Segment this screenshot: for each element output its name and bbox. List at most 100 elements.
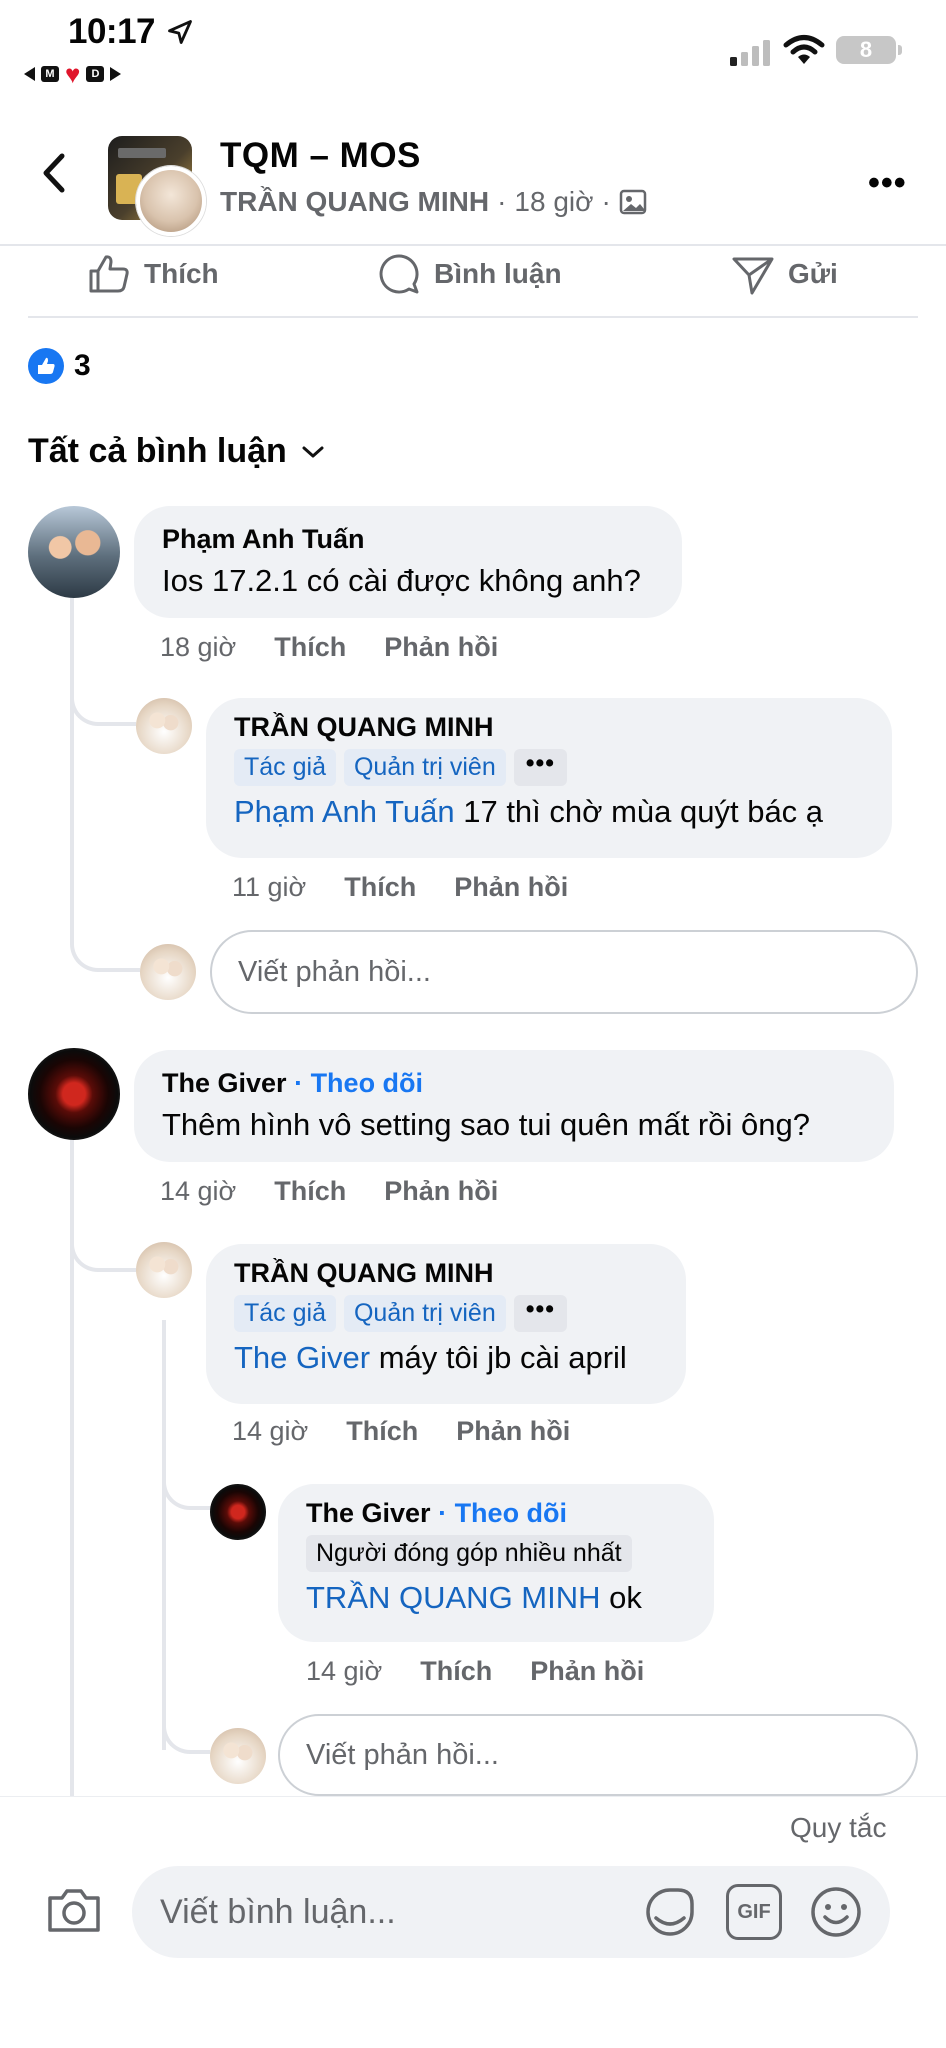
reply-input[interactable]: Viết phản hồi... xyxy=(278,1714,918,1796)
mention-link[interactable]: The Giver xyxy=(234,1340,370,1375)
reaction-count: 3 xyxy=(74,349,91,382)
role-badges: Tác giả Quản trị viên ••• xyxy=(234,749,864,786)
reply-reply-button[interactable]: Phản hồi xyxy=(530,1656,644,1687)
badge-admin: Quản trị viên xyxy=(343,749,506,786)
reaction-summary[interactable]: 3 xyxy=(28,348,91,384)
comment-label: Bình luận xyxy=(434,258,562,289)
cellular-signal-icon xyxy=(730,40,770,66)
send-icon xyxy=(732,257,774,295)
back-icon[interactable] xyxy=(34,148,74,198)
reply-time: 14 giờ xyxy=(306,1656,383,1686)
thread-connector xyxy=(70,1206,136,1272)
reply-bubble: The Giver · Theo dõi Người đóng góp nhiề… xyxy=(278,1484,714,1642)
mention-link[interactable]: TRẦN QUANG MINH xyxy=(306,1580,601,1615)
comment-author-line: The Giver · Theo dõi xyxy=(162,1068,866,1099)
comment-text: Thêm hình vô setting sao tui quên mất rồ… xyxy=(162,1107,810,1142)
reply-text: The Giver máy tôi jb cài april xyxy=(234,1340,658,1376)
action-divider xyxy=(28,316,918,318)
reply-text: Phạm Anh Tuấn 17 thì chờ mùa quýt bác ạ xyxy=(234,794,864,830)
comments-filter[interactable]: Tất cả bình luận xyxy=(28,432,325,471)
thread-line xyxy=(70,596,74,922)
badge-author: Tác giả xyxy=(234,749,336,786)
comment-actions: 18 giờ Thích Phản hồi xyxy=(160,632,498,663)
comment-actions: 14 giờ Thích Phản hồi xyxy=(160,1176,498,1207)
comment-like-button[interactable]: Thích xyxy=(274,632,346,663)
app-letter-d: D xyxy=(86,66,105,82)
page-name[interactable]: TQM – MOS xyxy=(220,136,421,176)
mention-link[interactable]: Phạm Anh Tuấn xyxy=(234,794,455,829)
follow-label: Theo dõi xyxy=(310,1068,424,1098)
status-time: 10:17 xyxy=(68,12,156,51)
follow-button[interactable]: · Theo dõi xyxy=(294,1068,423,1098)
badge-more-button[interactable]: ••• xyxy=(513,749,567,786)
comment-like-button[interactable]: Thích xyxy=(274,1176,346,1207)
wifi-icon xyxy=(783,35,825,64)
thread-connector xyxy=(162,1686,210,1754)
back-to-app[interactable]: M ♥ D xyxy=(24,61,122,87)
photo-icon xyxy=(619,189,647,215)
rules-link[interactable]: Quy tắc xyxy=(790,1812,886,1844)
thread-connector xyxy=(70,660,136,726)
reply-author[interactable]: TRẦN QUANG MINH xyxy=(234,1258,658,1289)
reply-body: máy tôi jb cài april xyxy=(370,1340,627,1375)
comment-author[interactable]: The Giver xyxy=(162,1068,287,1098)
thread-connector xyxy=(162,1446,212,1510)
role-badges: Tác giả Quản trị viên ••• xyxy=(234,1295,658,1332)
comment-bubble: The Giver · Theo dõi Thêm hình vô settin… xyxy=(134,1050,894,1162)
follow-label: Theo dõi xyxy=(454,1498,568,1528)
send-label: Gửi xyxy=(788,258,838,289)
reply-like-button[interactable]: Thích xyxy=(346,1416,418,1447)
contributor-badge-row: Người đóng góp nhiều nhất xyxy=(306,1535,686,1572)
reply-like-button[interactable]: Thích xyxy=(420,1656,492,1687)
header-divider xyxy=(0,244,946,246)
comment-bubble: Phạm Anh Tuấn Ios 17.2.1 có cài được khô… xyxy=(134,506,682,618)
comment-button[interactable]: Bình luận xyxy=(376,248,562,300)
reply-text: TRẦN QUANG MINH ok xyxy=(306,1580,686,1616)
comment-reply-button[interactable]: Phản hồi xyxy=(384,1176,498,1207)
reply-body: ok xyxy=(600,1580,642,1615)
location-arrow-icon xyxy=(168,20,192,44)
reply-like-button[interactable]: Thích xyxy=(344,872,416,903)
forward-triangle-icon xyxy=(110,67,122,81)
author-avatar[interactable] xyxy=(136,166,206,236)
reply-body: 17 thì chờ mùa quýt bác ạ xyxy=(454,794,824,829)
camera-icon[interactable] xyxy=(44,1880,104,1940)
reply-author[interactable]: The Giver xyxy=(306,1498,431,1528)
comment-bubble-icon xyxy=(379,254,419,294)
emoji-icon[interactable] xyxy=(808,1884,864,1940)
badge-more-button[interactable]: ••• xyxy=(513,1295,567,1332)
back-triangle-icon xyxy=(24,67,35,81)
comments-filter-label: Tất cả bình luận xyxy=(28,432,287,470)
chevron-down-icon xyxy=(302,446,324,457)
badge-author: Tác giả xyxy=(234,1295,336,1332)
follow-button[interactable]: · Theo dõi xyxy=(438,1498,567,1528)
send-button[interactable]: Gửi xyxy=(730,248,838,300)
avatar[interactable] xyxy=(136,1242,192,1298)
comment-time: 18 giờ xyxy=(160,632,237,662)
badge-admin: Quản trị viên xyxy=(343,1295,506,1332)
avatar[interactable] xyxy=(210,1484,266,1540)
avatar[interactable] xyxy=(28,1048,120,1140)
sticker-icon[interactable] xyxy=(642,1884,698,1940)
like-button[interactable]: Thích xyxy=(86,248,219,300)
avatar[interactable] xyxy=(28,506,120,598)
comment-reply-button[interactable]: Phản hồi xyxy=(384,632,498,663)
reply-reply-button[interactable]: Phản hồi xyxy=(456,1416,570,1447)
comment-author[interactable]: Phạm Anh Tuấn xyxy=(162,524,654,555)
reply-input[interactable]: Viết phản hồi... xyxy=(210,930,918,1014)
more-icon[interactable]: ••• xyxy=(868,164,907,203)
comment-text: Ios 17.2.1 có cài được không anh? xyxy=(162,563,641,598)
thread-connector xyxy=(70,900,140,972)
reply-author-line: The Giver · Theo dõi xyxy=(306,1498,686,1529)
like-reaction-icon xyxy=(28,348,64,384)
comment-input-placeholder: Viết bình luận... xyxy=(160,1892,396,1931)
post-meta: TRẦN QUANG MINH · 18 giờ · xyxy=(220,186,647,218)
reply-reply-button[interactable]: Phản hồi xyxy=(454,872,568,903)
reply-author[interactable]: TRẦN QUANG MINH xyxy=(234,712,864,743)
gif-icon[interactable]: GIF xyxy=(726,1884,782,1940)
avatar[interactable] xyxy=(136,698,192,754)
reply-bubble: TRẦN QUANG MINH Tác giả Quản trị viên ••… xyxy=(206,698,892,858)
post-author[interactable]: TRẦN QUANG MINH xyxy=(220,186,489,218)
reply-bubble: TRẦN QUANG MINH Tác giả Quản trị viên ••… xyxy=(206,1244,686,1404)
meta-separator: · xyxy=(601,186,611,217)
